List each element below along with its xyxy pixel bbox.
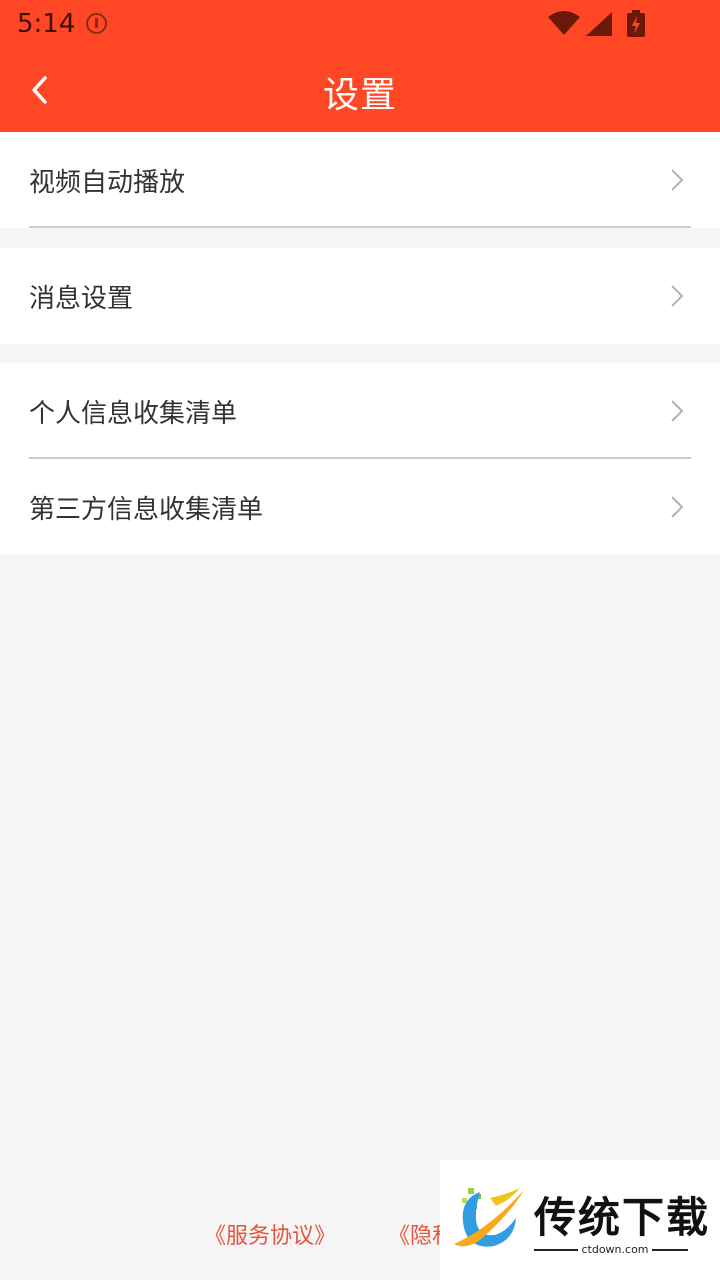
settings-item-third-party-info-list[interactable]: 第三方信息收集清单 [0,459,720,555]
brand-logo-icon [454,1188,524,1247]
settings-item-message-settings[interactable]: 消息设置 [0,248,720,344]
page-title: 设置 [322,75,397,116]
chevron-right-icon [671,285,684,307]
status-time: 5:14 [17,9,76,39]
app-header: 设置 [0,48,720,132]
signal-icon [586,12,612,36]
divider [534,1249,578,1251]
alert-icon [86,13,107,34]
settings-item-personal-info-list[interactable]: 个人信息收集清单 [0,363,720,459]
watermark: 传统下载 ctdown.com [440,1160,720,1280]
settings-group-message: 消息设置 [0,248,720,344]
settings-group-privacy: 个人信息收集清单 第三方信息收集清单 [0,363,720,555]
settings-item-label: 第三方信息收集清单 [29,495,264,525]
watermark-brand: 传统下载 [534,1193,711,1242]
settings-item-video-autoplay[interactable]: 视频自动播放 [0,132,720,228]
watermark-domain: ctdown.com [581,1243,649,1256]
wifi-icon [548,11,580,35]
chevron-right-icon [671,496,684,518]
chevron-right-icon [671,400,684,422]
settings-item-label: 消息设置 [29,284,134,314]
settings-group-video: 视频自动播放 [0,132,720,228]
status-icons [548,10,668,38]
settings-item-label: 个人信息收集清单 [29,399,238,429]
divider [29,226,691,228]
divider [652,1249,688,1251]
status-bar: 5:14 [0,0,720,48]
settings-screen: 5:14 设置 视频自动播放 消息设置 个人信息收集清单 第三方信息收集清单 《… [0,0,720,1280]
service-agreement-link[interactable]: 《服务协议》 [204,1218,336,1250]
battery-charging-icon [627,10,645,37]
chevron-right-icon [671,169,684,191]
settings-item-label: 视频自动播放 [29,168,186,198]
